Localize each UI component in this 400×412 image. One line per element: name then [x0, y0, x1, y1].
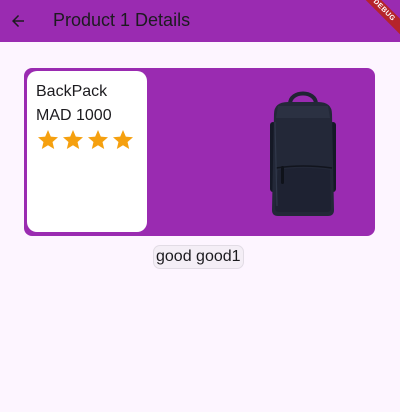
page-title: Product 1 Details [53, 10, 191, 30]
back-button[interactable] [2, 5, 34, 37]
star-icon [86, 128, 110, 152]
product-info-panel: BackPack MAD 1000 [27, 71, 147, 232]
backpack-image [270, 91, 336, 216]
arrow-back-icon [12, 15, 24, 27]
product-price: MAD 1000 [36, 107, 112, 124]
app-bar: Product 1 Details DEBUG [0, 0, 400, 42]
review-chip[interactable]: good good1 [153, 245, 244, 269]
product-name: BackPack [36, 83, 108, 100]
product-card[interactable]: BackPack MAD 1000 [24, 68, 375, 236]
star-icon [36, 128, 60, 152]
rating-stars [36, 128, 135, 152]
star-icon [61, 128, 85, 152]
debug-banner: DEBUG [353, 0, 400, 42]
star-icon [111, 128, 135, 152]
